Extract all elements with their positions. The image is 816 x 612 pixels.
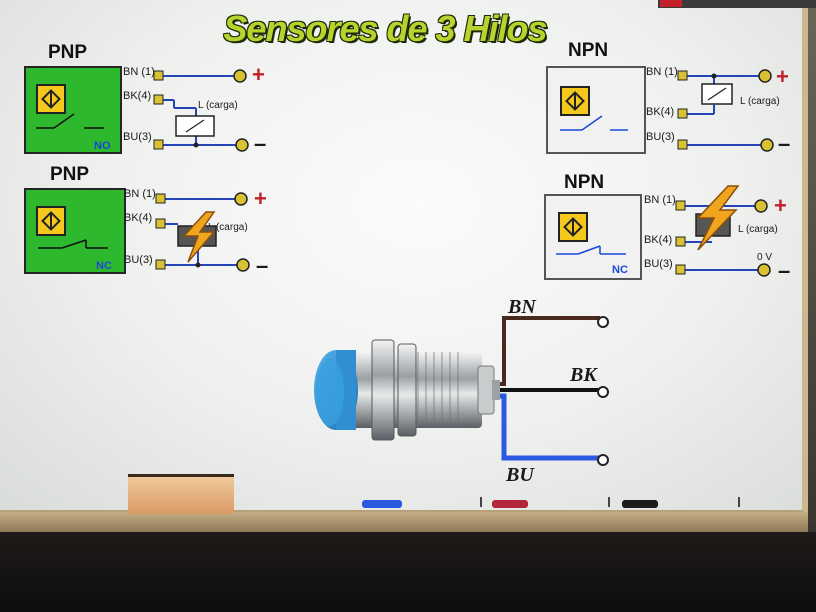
switch-contact-icon: [38, 239, 108, 249]
diagram-1-wiring: [36, 69, 249, 152]
switch-contact-icon: [560, 115, 628, 131]
diagram-4-wiring: [556, 185, 771, 277]
board-eraser: [128, 474, 234, 514]
marker-cap: [608, 497, 610, 507]
marker-cap: [480, 497, 482, 507]
red-marker: [492, 500, 528, 508]
switch-contact-icon: [556, 245, 626, 255]
diagram-3-wiring: [560, 69, 774, 152]
switch-contact-icon: [36, 113, 104, 129]
diagram-2-wiring: [38, 192, 250, 272]
physical-inductive-sensor: [314, 316, 609, 466]
warning-lightning-icon: [696, 185, 740, 251]
marker-cap: [738, 497, 740, 507]
black-marker: [622, 500, 658, 508]
wiring-drawing: [36, 69, 774, 466]
blue-marker: [362, 500, 402, 508]
